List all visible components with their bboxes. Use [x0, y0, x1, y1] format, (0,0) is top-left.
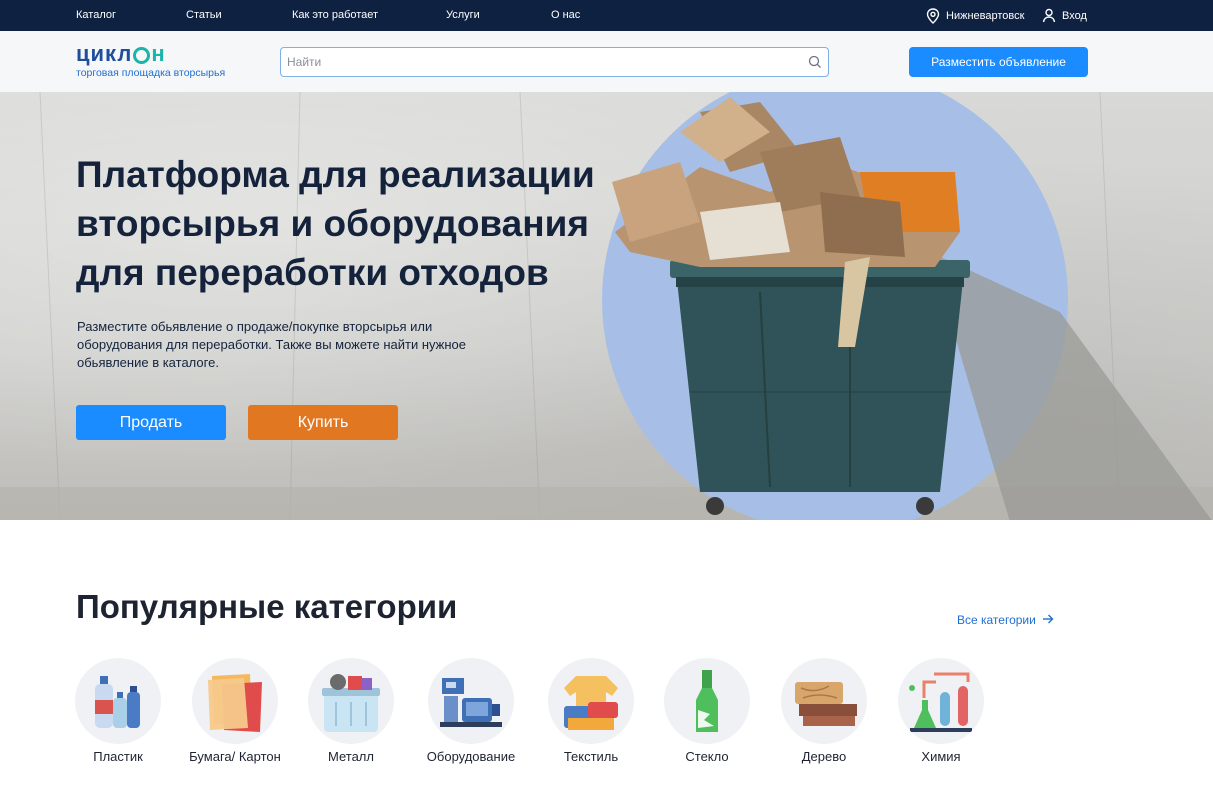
- arrow-right-icon: [1042, 613, 1054, 627]
- top-nav-bar: Каталог Статьи Как это работает Услуги О…: [0, 0, 1213, 31]
- category-chemistry[interactable]: Химия: [886, 658, 996, 766]
- hero-description: Разместите обьявление о продаже/покупке …: [77, 319, 466, 370]
- hero-banner: Платформа для реализации вторсырья и обо…: [0, 92, 1213, 520]
- plastic-bottles-icon: [75, 658, 161, 744]
- hero-title: Платформа для реализации вторсырья и обо…: [76, 154, 595, 293]
- logo[interactable]: цикл н торговая площадка вторсырья: [76, 41, 225, 79]
- logo-main-text: цикл: [76, 41, 133, 66]
- category-equipment[interactable]: Оборудование: [416, 658, 526, 766]
- logo-wordmark: цикл н: [76, 41, 225, 67]
- category-label: Бумага/ Картон: [189, 749, 281, 764]
- all-categories-link[interactable]: Все категории: [957, 613, 1054, 627]
- category-label: Текстиль: [563, 749, 619, 764]
- logo-tail-text: н: [151, 41, 166, 66]
- location-pin-icon: [926, 7, 940, 24]
- sell-button[interactable]: Продать: [76, 405, 226, 440]
- buy-button[interactable]: Купить: [248, 405, 398, 440]
- nav-catalog[interactable]: Каталог: [76, 9, 116, 21]
- chemistry-icon: [898, 658, 984, 744]
- category-textile[interactable]: Текстиль: [536, 658, 646, 766]
- category-label: Химия: [921, 749, 961, 764]
- nav-about[interactable]: О нас: [551, 9, 580, 21]
- search-input[interactable]: [281, 48, 791, 76]
- category-metal[interactable]: Металл: [296, 658, 406, 766]
- nav-articles[interactable]: Статьи: [186, 9, 222, 21]
- logo-ring-icon: [133, 46, 151, 64]
- glass-bottle-icon: [664, 658, 750, 744]
- categories-heading: Популярные категории: [76, 588, 458, 625]
- category-label: Пластик: [93, 749, 143, 764]
- category-label: Металл: [328, 749, 374, 764]
- nav-how-it-works[interactable]: Как это работает: [292, 9, 378, 21]
- login-link[interactable]: Вход: [1042, 0, 1087, 31]
- paper-icon: [192, 658, 278, 744]
- user-icon: [1042, 8, 1056, 23]
- city-selector[interactable]: Нижневартовск: [926, 0, 1024, 31]
- all-categories-label: Все категории: [957, 613, 1036, 627]
- category-label: Стекло: [685, 749, 729, 764]
- category-wood[interactable]: Дерево: [769, 658, 879, 766]
- category-label: Оборудование: [426, 749, 516, 764]
- nav-services[interactable]: Услуги: [446, 9, 480, 21]
- category-paper[interactable]: Бумага/ Картон: [180, 658, 290, 766]
- category-glass[interactable]: Стекло: [652, 658, 762, 766]
- metal-bin-icon: [308, 658, 394, 744]
- equipment-icon: [428, 658, 514, 744]
- login-label: Вход: [1062, 9, 1087, 22]
- wood-icon: [781, 658, 867, 744]
- post-ad-button[interactable]: Разместить объявление: [909, 47, 1088, 77]
- search-box: [280, 47, 829, 77]
- search-icon[interactable]: [808, 55, 822, 74]
- logo-tagline: торговая площадка вторсырья: [76, 67, 226, 79]
- category-label: Дерево: [801, 749, 847, 764]
- site-header: циклн торговая площадка вторсырья Размес…: [0, 31, 1213, 92]
- category-plastic[interactable]: Пластик: [63, 658, 173, 766]
- textile-icon: [548, 658, 634, 744]
- city-name: Нижневартовск: [946, 9, 1025, 22]
